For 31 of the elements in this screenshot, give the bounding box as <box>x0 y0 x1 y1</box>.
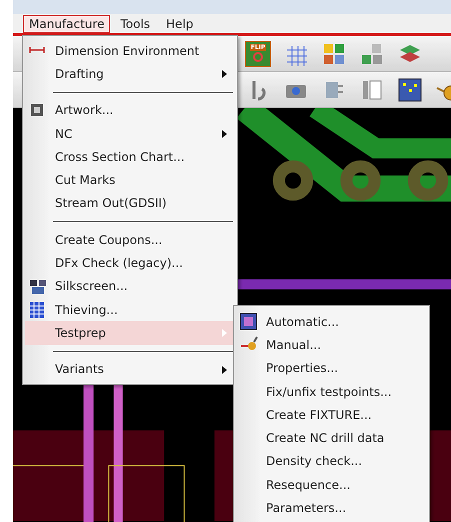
dot-grid-icon[interactable] <box>397 76 423 102</box>
menu-item[interactable]: Silkscreen... <box>25 274 235 298</box>
menu-item[interactable]: Cross Section Chart... <box>25 145 235 168</box>
menu-item[interactable]: Properties... <box>236 356 427 380</box>
menu-item[interactable]: Artwork... <box>25 98 235 122</box>
menu-item[interactable]: Manual... <box>236 333 427 357</box>
probe-icon <box>240 336 258 352</box>
grid-icon <box>240 313 257 330</box>
menu-item[interactable]: NC <box>25 122 235 146</box>
silkscreen-icon <box>29 278 47 296</box>
menu-title[interactable]: Help <box>160 14 200 32</box>
menu-title[interactable]: Tools <box>114 14 156 32</box>
menu-item[interactable]: Parameters... <box>236 496 427 520</box>
menu-item[interactable]: Density check... <box>236 450 427 474</box>
film-icon <box>29 102 45 118</box>
menu-item[interactable]: Drafting <box>25 62 235 86</box>
menu-item[interactable]: Stream Out(GDSII) <box>25 192 235 216</box>
menu-item[interactable]: Thieving... <box>25 298 235 322</box>
menu-item[interactable]: Fix/unfix testpoints... <box>236 380 427 404</box>
menu-item[interactable]: Create Coupons... <box>25 228 235 252</box>
menu-item[interactable]: Testprep <box>25 321 235 345</box>
menu-item[interactable]: DFx Check (legacy)... <box>25 251 235 275</box>
menu-item[interactable]: Create FIXTURE... <box>236 403 427 426</box>
menu-item[interactable]: Cut Marks <box>25 168 235 192</box>
menu-item[interactable]: Create NC drill data <box>236 426 427 450</box>
menu-item[interactable]: Variants <box>25 358 235 381</box>
grid-icon <box>29 300 45 319</box>
menu-title[interactable]: Manufacture <box>23 14 110 32</box>
menu-item[interactable]: Dimension Environment <box>25 39 235 62</box>
menu-item[interactable]: Automatic... <box>236 310 427 334</box>
menu-item[interactable]: Resequence... <box>236 473 427 496</box>
